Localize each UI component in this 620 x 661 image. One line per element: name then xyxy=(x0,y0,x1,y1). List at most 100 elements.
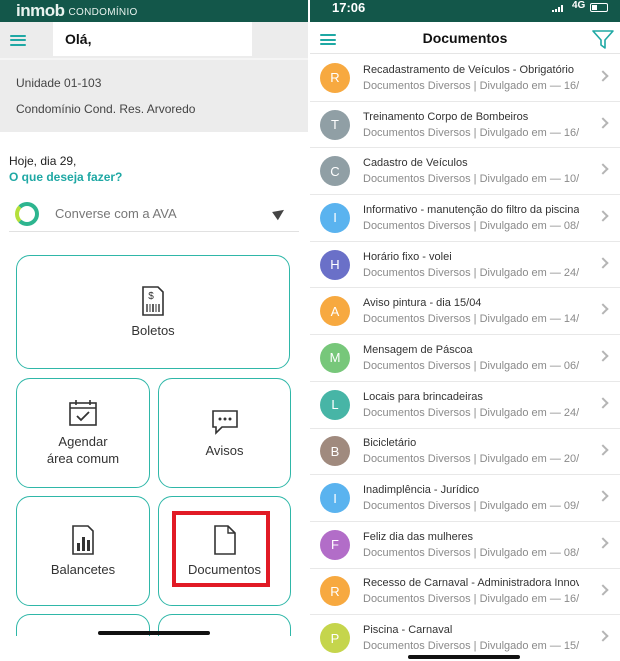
agendar-tile[interactable]: Agendar área comum xyxy=(16,378,150,488)
document-row[interactable]: R Recesso de Carnaval - Administradora In… xyxy=(310,569,620,616)
status-bar: 17:06 4G xyxy=(310,0,620,22)
document-title: Piscina - Carnaval xyxy=(363,624,453,637)
document-avatar: M xyxy=(320,342,350,373)
document-title: Treinamento Corpo de Bombeiros xyxy=(363,110,529,123)
brand-subtitle: CONDOMÍNIO xyxy=(68,7,138,18)
page-title: Documentos xyxy=(422,30,508,46)
document-subtitle: Documentos Diversos | Divulgado em — 06/… xyxy=(363,359,579,372)
home-screen: inmob CONDOMÍNIO Olá, Unidade 01-103 Con… xyxy=(0,0,308,661)
document-avatar: L xyxy=(320,389,350,420)
unit-info[interactable]: Unidade 01-103 Condomínio Cond. Res. Arv… xyxy=(0,58,308,132)
document-row[interactable]: L Locais para brincadeiras Documentos Dive… xyxy=(310,382,620,429)
filter-icon[interactable] xyxy=(592,30,614,49)
document-avatar: A xyxy=(320,296,350,327)
network-type: 4G xyxy=(572,0,586,11)
chevron-right-icon xyxy=(597,630,609,642)
document-row[interactable]: H Horário fixo - volei Documentos Diversos… xyxy=(310,242,620,289)
document-subtitle: Documentos Diversos | Divulgado em — 16/… xyxy=(363,79,579,92)
avisos-label: Avisos xyxy=(205,442,244,458)
balancetes-tile[interactable]: Balancetes xyxy=(16,496,150,606)
send-icon[interactable] xyxy=(272,205,287,221)
document-row[interactable]: C Cadastro de Veículos Documentos Diversos… xyxy=(310,148,620,196)
document-text: Inadimplência - Jurídico Documentos Diver… xyxy=(363,484,579,512)
unit-number: Unidade 01-103 xyxy=(16,76,102,90)
document-title: Inadimplência - Jurídico xyxy=(363,484,480,497)
document-text: Locais para brincadeiras Documentos Diver… xyxy=(363,391,579,419)
document-text: Recadastramento de Veículos - Obrigatóri… xyxy=(363,64,579,92)
document-subtitle: Documentos Diversos | Divulgado em — 14/… xyxy=(363,313,579,326)
greeting-box: Olá, xyxy=(53,22,252,56)
document-avatar: P xyxy=(320,623,350,654)
document-avatar: C xyxy=(320,156,350,187)
document-row[interactable]: B Bicicletário Documentos Diversos | Divul… xyxy=(310,429,620,476)
avisos-tile[interactable]: Avisos xyxy=(158,378,291,488)
chevron-right-icon xyxy=(597,537,609,549)
status-time: 17:06 xyxy=(332,0,366,15)
document-row[interactable]: M Mensagem de Páscoa Documentos Diversos |… xyxy=(310,335,620,382)
document-title: Bicicletário xyxy=(363,437,417,450)
document-row[interactable]: I Informativo - manutenção do filtro da p… xyxy=(310,195,620,242)
document-subtitle: Documentos Diversos | Divulgado em — 24/… xyxy=(363,266,579,279)
document-title: Locais para brincadeiras xyxy=(363,390,483,403)
chevron-right-icon xyxy=(597,583,609,596)
document-text: Feliz dia das mulheres Documentos Diverso… xyxy=(363,531,579,559)
document-row[interactable]: A Aviso pintura - dia 15/04 Documentos Div… xyxy=(310,288,620,336)
document-subtitle: Documentos Diversos | Divulgado em — 20/… xyxy=(363,453,579,466)
document-avatar: R xyxy=(320,62,350,93)
agendar-label-line2: área comum xyxy=(46,451,120,466)
document-text: Recesso de Carnaval - Administradora Inn… xyxy=(363,577,579,605)
chevron-right-icon xyxy=(597,210,609,222)
document-avatar: H xyxy=(320,249,350,280)
svg-text:$: $ xyxy=(148,291,154,302)
documents-list: R Recadastramento de Veículos - Obrigatór… xyxy=(310,55,620,661)
greeting-text: Olá, xyxy=(65,31,92,47)
chevron-right-icon xyxy=(597,163,609,176)
agendar-label-line1: Agendar xyxy=(58,434,108,449)
chevron-right-icon xyxy=(597,257,609,269)
chevron-right-icon xyxy=(597,490,609,502)
signal-icon xyxy=(552,5,563,12)
document-subtitle: Documentos Diversos | Divulgado em — 08/… xyxy=(363,219,579,232)
boletos-tile[interactable]: $ Boletos xyxy=(16,255,290,369)
highlight-box xyxy=(172,511,270,587)
invoice-icon: $ xyxy=(142,285,164,316)
document-text: Treinamento Corpo de Bombeiros Documentos… xyxy=(363,111,579,139)
document-title: Aviso pintura - dia 15/04 xyxy=(363,297,482,310)
chevron-right-icon xyxy=(597,117,609,129)
today-section: Hoje, dia 29, O que deseja fazer? xyxy=(0,132,308,184)
document-text: Mensagem de Páscoa Documentos Diversos | … xyxy=(363,344,579,372)
document-avatar: F xyxy=(320,529,350,560)
condo-name: Condomínio Cond. Res. Arvoredo xyxy=(16,102,196,116)
brand-bar: inmob CONDOMÍNIO xyxy=(0,0,308,22)
document-text: Aviso pintura - dia 15/04 Documentos Dive… xyxy=(363,297,579,325)
document-subtitle: Documentos Diversos | Divulgado em — 09/… xyxy=(363,500,579,513)
document-title: Cadastro de Veículos xyxy=(363,157,468,170)
ava-chat-field[interactable]: Converse com a AVA xyxy=(9,196,299,232)
document-text: Cadastro de Veículos Documentos Diversos … xyxy=(363,157,579,185)
ava-placeholder: Converse com a AVA xyxy=(55,206,177,221)
report-chart-icon xyxy=(72,524,94,555)
ava-logo-icon xyxy=(15,201,39,226)
document-subtitle: Documentos Diversos | Divulgado em — 16/… xyxy=(363,593,579,606)
document-row[interactable]: F Feliz dia das mulheres Documentos Divers… xyxy=(310,522,620,569)
agendar-label: Agendar área comum xyxy=(47,433,119,467)
chevron-right-icon xyxy=(597,303,609,316)
document-row[interactable]: R Recadastramento de Veículos - Obrigatór… xyxy=(310,55,620,102)
document-text: Horário fixo - volei Documentos Diversos … xyxy=(363,251,579,279)
home-indicator-right xyxy=(408,655,520,659)
hamburger-icon[interactable] xyxy=(10,34,26,46)
document-text: Piscina - Carnaval Documentos Diversos | … xyxy=(363,624,579,652)
document-subtitle: Documentos Diversos | Divulgado em — 08/… xyxy=(363,546,579,559)
document-avatar: I xyxy=(320,202,350,233)
chevron-right-icon xyxy=(597,397,609,409)
document-row[interactable]: I Inadimplência - Jurídico Documentos Dive… xyxy=(310,475,620,522)
document-title: Informativo - manutenção do filtro da pi… xyxy=(363,203,579,216)
document-subtitle: Documentos Diversos | Divulgado em — 16/… xyxy=(363,126,579,139)
document-subtitle: Documentos Diversos | Divulgado em — 10/… xyxy=(363,173,579,186)
document-text: Bicicletário Documentos Diversos | Divulg… xyxy=(363,437,579,465)
speech-bubble-icon xyxy=(211,409,238,435)
document-subtitle: Documentos Diversos | Divulgado em — 24/… xyxy=(363,406,579,419)
document-row[interactable]: T Treinamento Corpo de Bombeiros Documento… xyxy=(310,102,620,149)
today-date: Hoje, dia 29, xyxy=(9,154,77,168)
documents-screen: 17:06 4G Documentos R Recadastramento de … xyxy=(310,0,620,661)
